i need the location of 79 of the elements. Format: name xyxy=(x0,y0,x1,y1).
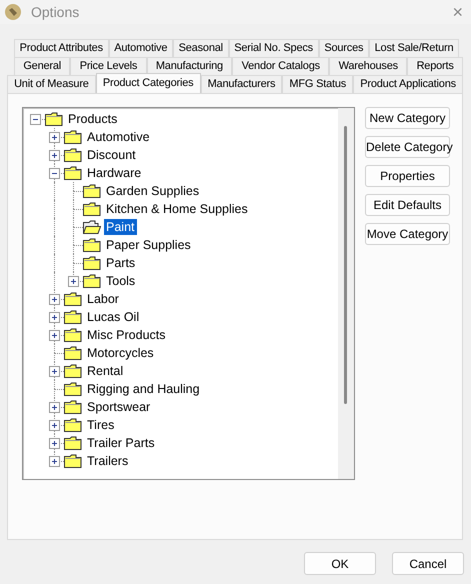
tab[interactable]: Manufacturing xyxy=(146,57,232,75)
collapse-icon[interactable] xyxy=(30,114,41,125)
action-button[interactable]: Edit Defaults xyxy=(365,194,450,216)
tab[interactable]: MFG Status xyxy=(282,75,354,93)
tree-item[interactable]: Misc Products xyxy=(85,327,168,343)
folder-icon xyxy=(64,454,82,468)
tab[interactable]: Product Categories xyxy=(96,73,200,93)
folder-icon xyxy=(64,400,82,414)
tree-item[interactable]: Motorcycles xyxy=(85,345,156,361)
window-title: Options xyxy=(31,4,80,20)
tab[interactable]: Vendor Catalogs xyxy=(232,57,330,75)
folder-icon xyxy=(83,274,101,288)
tree-item[interactable]: Products xyxy=(66,111,120,127)
tree-item[interactable]: Rental xyxy=(85,363,126,379)
expand-icon[interactable] xyxy=(49,294,60,305)
tree-item[interactable]: Garden Supplies xyxy=(104,183,202,199)
folder-icon xyxy=(64,166,82,180)
folder-icon xyxy=(64,328,82,342)
scrollbar[interactable] xyxy=(338,108,354,479)
tab[interactable]: Seasonal xyxy=(172,39,229,57)
tree-item[interactable]: Paper Supplies xyxy=(104,237,193,253)
folder-icon xyxy=(45,112,63,126)
tree-item[interactable]: Paint xyxy=(104,219,136,235)
folder-icon xyxy=(64,364,82,378)
collapse-icon[interactable] xyxy=(49,168,60,179)
cancel-button[interactable]: Cancel xyxy=(392,552,464,575)
folder-icon xyxy=(64,382,82,396)
tab[interactable]: General xyxy=(14,57,70,75)
expand-icon[interactable] xyxy=(49,366,60,377)
folder-icon xyxy=(64,292,82,306)
expand-icon[interactable] xyxy=(49,420,60,431)
expand-icon[interactable] xyxy=(49,150,60,161)
tree-item[interactable]: Labor xyxy=(85,291,121,307)
action-button[interactable]: Move Category xyxy=(365,223,450,245)
tree-item[interactable]: Trailers xyxy=(85,453,130,469)
folder-icon xyxy=(83,202,101,216)
tab[interactable]: Price Levels xyxy=(70,57,147,75)
tab[interactable]: Product Applications xyxy=(353,75,463,93)
tab[interactable]: Automotive xyxy=(108,39,173,57)
tab[interactable]: Product Attributes xyxy=(14,39,109,57)
tree-item[interactable]: Sportswear xyxy=(85,399,152,415)
tree-item[interactable]: Tools xyxy=(104,273,138,289)
expand-icon[interactable] xyxy=(49,312,60,323)
tab[interactable]: Unit of Measure xyxy=(7,75,96,93)
expand-icon[interactable] xyxy=(68,276,79,287)
folder-icon xyxy=(64,148,82,162)
expand-icon[interactable] xyxy=(49,456,60,467)
tab[interactable]: Manufacturers xyxy=(200,75,282,93)
tree-item[interactable]: Parts xyxy=(104,255,138,271)
folder-icon xyxy=(64,346,82,360)
expand-icon[interactable] xyxy=(49,330,60,341)
tab[interactable]: Warehouses xyxy=(329,57,408,75)
tree-item[interactable]: Trailer Parts xyxy=(85,435,157,451)
tab[interactable]: Lost Sale/Return xyxy=(368,39,460,57)
tree-item[interactable]: Kitchen & Home Supplies xyxy=(104,201,250,217)
tab[interactable]: Serial No. Specs xyxy=(228,39,319,57)
action-button[interactable]: Properties xyxy=(365,165,450,187)
expand-icon[interactable] xyxy=(49,402,60,413)
folder-icon xyxy=(64,130,82,144)
ok-button[interactable]: OK xyxy=(304,552,376,575)
tab[interactable]: Sources xyxy=(318,39,369,57)
folder-icon xyxy=(64,310,82,324)
expand-icon[interactable] xyxy=(49,132,60,143)
tree-item[interactable]: Hardware xyxy=(85,165,144,181)
tree-item[interactable]: Discount xyxy=(85,147,138,163)
folder-icon xyxy=(64,418,82,432)
tree-item[interactable]: Tires xyxy=(85,417,116,433)
tree-item[interactable]: Rigging and Hauling xyxy=(85,381,202,397)
tree-item[interactable]: Automotive xyxy=(85,129,152,145)
open-folder-icon xyxy=(83,220,101,234)
app-icon xyxy=(5,4,21,20)
action-button[interactable]: New Category xyxy=(365,107,450,129)
folder-icon xyxy=(64,436,82,450)
expand-icon[interactable] xyxy=(49,438,60,449)
folder-icon xyxy=(83,184,101,198)
tab[interactable]: Reports xyxy=(407,57,464,75)
folder-icon xyxy=(83,238,101,252)
tree-item[interactable]: Lucas Oil xyxy=(85,309,142,325)
folder-icon xyxy=(83,256,101,270)
